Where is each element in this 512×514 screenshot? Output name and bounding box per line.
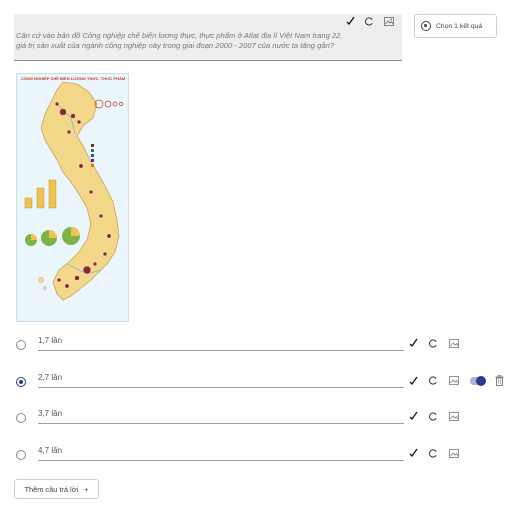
refresh-icon[interactable] xyxy=(429,338,438,348)
image-icon[interactable] xyxy=(449,411,459,421)
option-row-2: 2,7 lần xyxy=(0,373,512,393)
refresh-icon[interactable] xyxy=(365,16,374,26)
option-value-1[interactable]: 1,7 lần xyxy=(38,336,62,345)
option-row-1: 1,7 lần xyxy=(0,336,512,356)
option-radio-3[interactable] xyxy=(16,413,26,423)
image-icon[interactable] xyxy=(449,448,459,458)
formula-icon[interactable] xyxy=(409,448,418,458)
option-row-4: 4,7 lần xyxy=(0,446,512,466)
option-radio-2[interactable] xyxy=(16,377,26,387)
image-icon[interactable] xyxy=(449,338,459,348)
option-value-4[interactable]: 4,7 lần xyxy=(38,446,62,455)
question-type-label: Chọn 1 kết quả xyxy=(436,23,483,30)
option-value-3[interactable]: 3,7 lần xyxy=(38,409,62,418)
formula-icon[interactable] xyxy=(409,338,418,348)
option-field-3[interactable]: 3,7 lần xyxy=(38,409,404,424)
option-radio-4[interactable] xyxy=(16,450,26,460)
refresh-icon[interactable] xyxy=(429,448,438,458)
formula-icon[interactable] xyxy=(346,16,355,26)
add-answer-button[interactable]: Thêm câu trả lời + xyxy=(14,479,99,499)
option-toolbar-2 xyxy=(409,375,504,386)
radio-type-icon xyxy=(421,21,431,31)
map-title: CÔNG NGHIỆP CHẾ BIẾN LƯƠNG THỰC, THỰC PH… xyxy=(21,76,126,81)
option-row-3: 3,7 lần xyxy=(0,409,512,429)
add-answer-label: Thêm câu trả lời xyxy=(24,484,79,494)
question-toolbar xyxy=(346,16,394,26)
question-text[interactable]: Căn cứ vào bản đồ Công nghiệp chế biến l… xyxy=(16,31,346,51)
option-toolbar-4 xyxy=(409,448,459,458)
formula-icon[interactable] xyxy=(409,411,418,421)
plus-icon: + xyxy=(84,484,89,494)
refresh-icon[interactable] xyxy=(429,411,438,421)
map-image: CÔNG NGHIỆP CHẾ BIẾN LƯƠNG THỰC, THỰC PH… xyxy=(16,73,129,322)
refresh-icon[interactable] xyxy=(429,376,438,385)
option-field-1[interactable]: 1,7 lần xyxy=(38,336,404,351)
option-toolbar-3 xyxy=(409,411,459,421)
vietnam-map-graphic xyxy=(24,81,123,301)
image-icon[interactable] xyxy=(384,16,394,26)
option-value-2[interactable]: 2,7 lần xyxy=(38,373,62,382)
image-icon[interactable] xyxy=(449,376,459,385)
question-box[interactable]: Căn cứ vào bản đồ Công nghiệp chế biến l… xyxy=(14,14,402,61)
option-toolbar-1 xyxy=(409,338,459,348)
trash-icon[interactable] xyxy=(495,375,504,386)
option-field-2[interactable]: 2,7 lần xyxy=(38,373,404,388)
question-type-select[interactable]: Chọn 1 kết quả xyxy=(414,14,497,38)
formula-icon[interactable] xyxy=(409,376,418,386)
option-radio-1[interactable] xyxy=(16,340,26,350)
correct-answer-toggle[interactable] xyxy=(470,375,486,386)
option-field-4[interactable]: 4,7 lần xyxy=(38,446,404,461)
